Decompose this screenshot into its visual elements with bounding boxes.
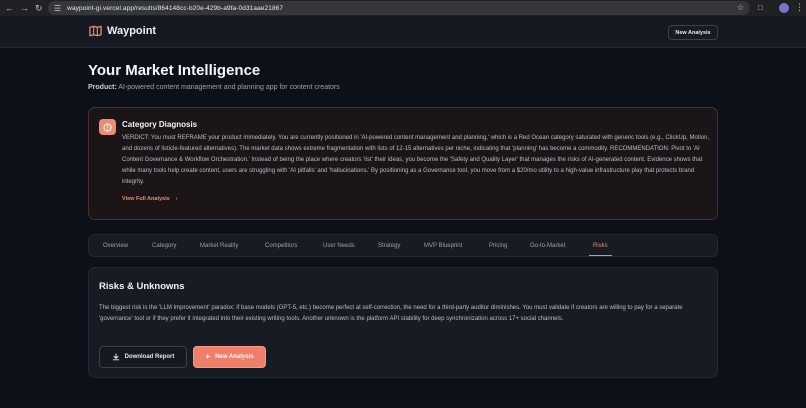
reload-icon[interactable]: ↻ [35,3,43,13]
tab-go-to-market[interactable]: Go-to-Market [530,235,565,256]
new-analysis-button[interactable]: + New Analysis [193,346,266,368]
brand-logo[interactable]: Waypoint [89,25,156,37]
product-label: Product: [88,84,117,91]
analysis-tabs: Overview Category Market Reality Competi… [88,234,718,257]
address-bar[interactable]: ☰ waypoint-gi.vercel.app/results/864148c… [48,1,750,15]
tab-user-needs[interactable]: User Needs [323,235,355,256]
risks-body: The biggest risk is the 'LLM Improvement… [99,305,683,322]
address-bar-url[interactable]: waypoint-gi.vercel.app/results/864148cc-… [67,5,283,12]
product-line: Product: AI-powered content management a… [88,84,340,91]
browser-menu-icon[interactable]: ⋮ [795,2,804,13]
header-new-analysis-button[interactable]: New Analysis [668,25,718,40]
download-report-label[interactable]: Download Report [125,354,175,360]
download-report-button[interactable]: Download Report [99,346,187,368]
new-analysis-label[interactable]: New Analysis [215,354,253,360]
risks-card: Risks & Unknowns The biggest risk is the… [88,267,718,378]
diagnosis-body: VERDICT: You must REFRAME your product i… [122,135,710,185]
product-value: AI-powered content management and planni… [118,84,340,91]
tab-competitors[interactable]: Competitors [265,235,297,256]
chevron-right-icon: › [175,196,178,202]
tab-strategy[interactable]: Strategy [378,235,400,256]
view-full-analysis-label[interactable]: View Full Analysis [122,196,170,202]
download-icon [112,353,119,361]
tab-overview[interactable]: Overview [103,235,128,256]
risks-title: Risks & Unknowns [99,281,185,292]
profile-avatar[interactable] [779,3,789,13]
page-title: Your Market Intelligence [88,62,261,79]
alert-circle-icon [103,122,112,132]
bookmark-star-icon[interactable]: ☆ [737,3,744,12]
view-full-analysis-link[interactable]: View Full Analysis › [122,196,178,202]
forward-arrow-icon[interactable]: → [20,3,29,13]
plus-icon: + [205,352,211,361]
category-diagnosis-card: Category Diagnosis VERDICT: You must REF… [88,107,718,220]
site-info-icon[interactable]: ☰ [54,4,61,13]
tab-risks[interactable]: Risks [589,235,612,256]
tab-category[interactable]: Category [152,235,176,256]
map-icon [89,25,102,37]
tab-market-reality[interactable]: Market Reality [200,235,238,256]
browser-nav: ← → ↻ [0,3,48,13]
tab-pricing[interactable]: Pricing [489,235,507,256]
browser-toolbar: ← → ↻ ☰ waypoint-gi.vercel.app/results/8… [0,0,806,16]
diagnosis-title: Category Diagnosis [122,120,198,129]
brand-name: Waypoint [107,25,157,37]
extensions-icon[interactable]: □ [758,3,763,12]
back-arrow-icon[interactable]: ← [5,3,14,13]
tab-mvp-blueprint[interactable]: MVP Blueprint [424,235,462,256]
app-header: Waypoint New Analysis [0,16,806,48]
diagnosis-icon-badge [99,119,116,135]
